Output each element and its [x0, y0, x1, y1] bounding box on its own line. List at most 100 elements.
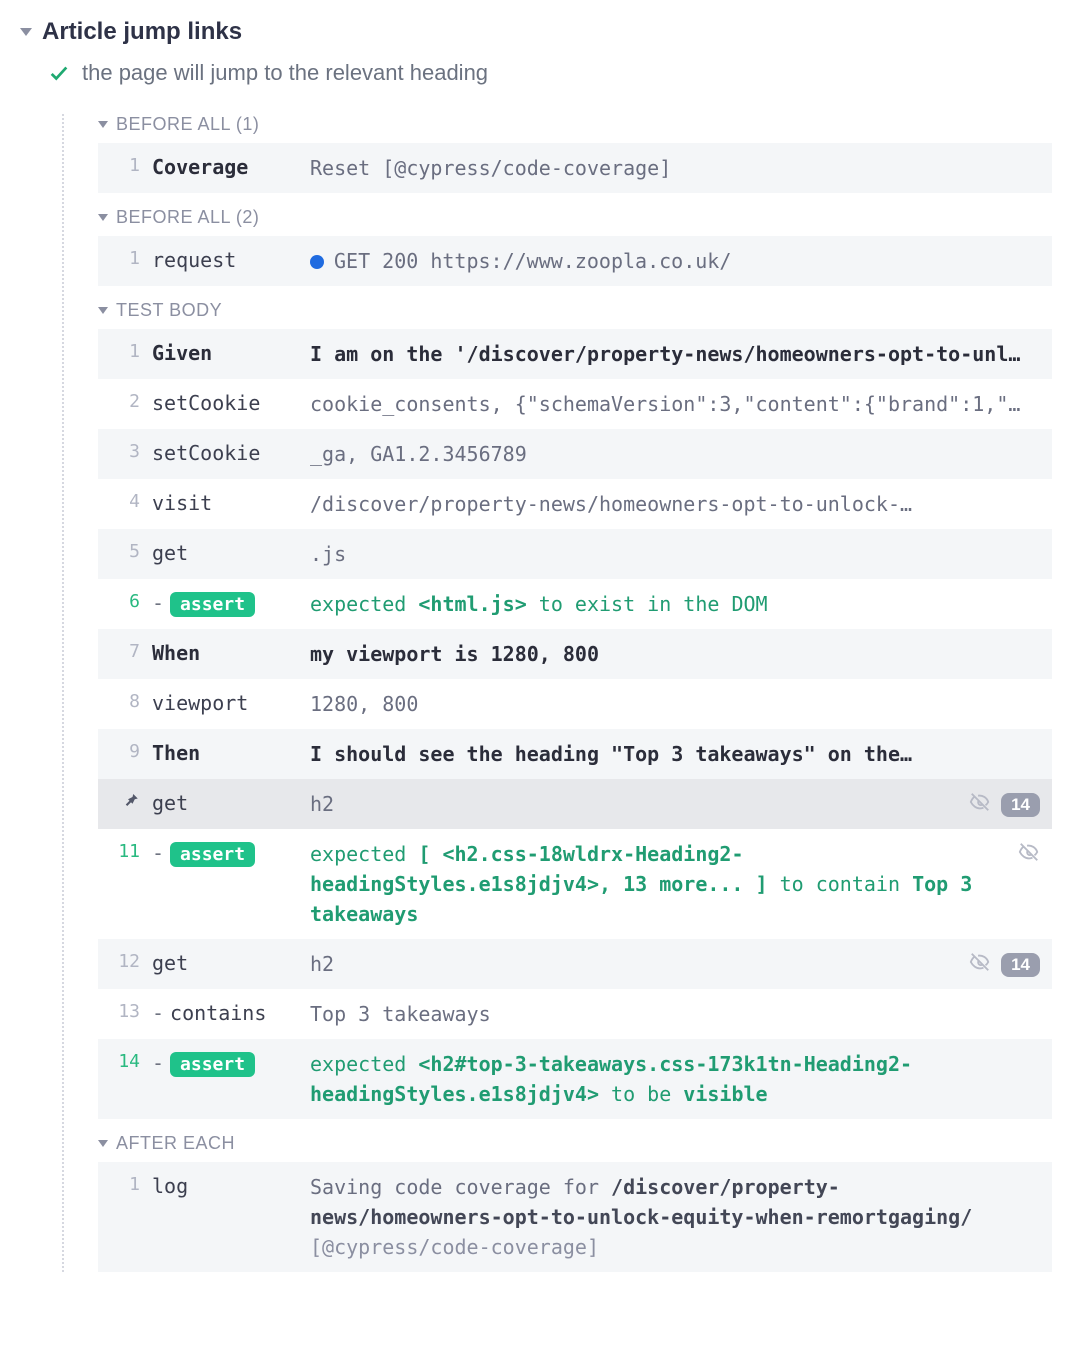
caret-down-icon — [98, 1140, 108, 1147]
command-number: 13 — [104, 999, 140, 1022]
command-number: 1 — [104, 339, 140, 362]
command-message: .js — [310, 539, 1028, 569]
eye-off-icon[interactable] — [1018, 841, 1040, 869]
command-row[interactable]: 1 Given I am on the '/discover/property-… — [98, 329, 1052, 379]
command-name: request — [152, 246, 298, 272]
command-message: GET 200 https://www.zoopla.co.uk/ — [310, 246, 1028, 276]
request-url: https://www.zoopla.co.uk/ — [430, 249, 731, 273]
command-name: -assert — [152, 589, 298, 617]
command-row-pinned[interactable]: get h2 14 — [98, 779, 1052, 829]
command-row[interactable]: 3 setCookie _ga, GA1.2.3456789 — [98, 429, 1052, 479]
suite-title: Article jump links — [42, 18, 242, 46]
command-message: h2 — [310, 949, 957, 979]
command-name: get — [152, 789, 298, 815]
request-prefix: GET 200 — [334, 249, 430, 273]
command-message: Saving code coverage for /discover/prope… — [310, 1172, 1028, 1262]
command-message: Reset [@cypress/code-coverage] — [310, 153, 1028, 183]
command-message: expected <h2#top-3-takeaways.css-173k1tn… — [310, 1049, 1028, 1109]
command-number: 1 — [104, 153, 140, 176]
test-header[interactable]: the page will jump to the relevant headi… — [20, 56, 1052, 100]
command-row[interactable]: 1 log Saving code coverage for /discover… — [98, 1162, 1052, 1272]
command-row[interactable]: 4 visit /discover/property-news/homeowne… — [98, 479, 1052, 529]
command-row[interactable]: 9 Then I should see the heading "Top 3 t… — [98, 729, 1052, 779]
assert-pill: assert — [170, 1052, 255, 1077]
command-row[interactable]: 1 Coverage Reset [@cypress/code-coverage… — [98, 143, 1052, 193]
section-test-body[interactable]: TEST BODY — [98, 300, 1052, 321]
command-message: Top 3 takeaways — [310, 999, 1028, 1029]
command-name: get — [152, 949, 298, 975]
command-row[interactable]: 5 get .js — [98, 529, 1052, 579]
command-number — [104, 789, 140, 814]
command-row[interactable]: 13 -contains Top 3 takeaways — [98, 989, 1052, 1039]
command-message: h2 — [310, 789, 957, 819]
before-all-1-list: 1 Coverage Reset [@cypress/code-coverage… — [98, 143, 1052, 193]
steps-container: BEFORE ALL (1) 1 Coverage Reset [@cypres… — [62, 114, 1052, 1272]
command-row[interactable]: 12 get h2 14 — [98, 939, 1052, 989]
caret-down-icon — [98, 307, 108, 314]
section-label: TEST BODY — [116, 300, 222, 321]
command-number: 9 — [104, 739, 140, 762]
command-number: 1 — [104, 246, 140, 269]
caret-down-icon — [20, 28, 32, 36]
assert-pill: assert — [170, 842, 255, 867]
eye-off-icon[interactable] — [969, 951, 991, 979]
section-after-each[interactable]: AFTER EACH — [98, 1133, 1052, 1154]
command-right — [1018, 839, 1040, 869]
test-title: the page will jump to the relevant headi… — [82, 60, 488, 86]
command-right: 14 — [969, 949, 1040, 979]
caret-down-icon — [98, 121, 108, 128]
command-row[interactable]: 8 viewport 1280, 800 — [98, 679, 1052, 729]
command-message: I am on the '/discover/property-news/hom… — [310, 339, 1028, 369]
suite-header[interactable]: Article jump links — [20, 14, 1052, 56]
caret-down-icon — [98, 214, 108, 221]
before-all-2-list: 1 request GET 200 https://www.zoopla.co.… — [98, 236, 1052, 286]
command-number: 5 — [104, 539, 140, 562]
command-message: I should see the heading "Top 3 takeaway… — [310, 739, 1028, 769]
command-row[interactable]: 7 When my viewport is 1280, 800 — [98, 629, 1052, 679]
after-each-list: 1 log Saving code coverage for /discover… — [98, 1162, 1052, 1272]
command-number: 2 — [104, 389, 140, 412]
command-row[interactable]: 11 -assert expected [ <h2.css-18wldrx-He… — [98, 829, 1052, 939]
status-dot-icon — [310, 255, 324, 269]
command-message: cookie_consents, {"schemaVersion":3,"con… — [310, 389, 1028, 419]
command-message: _ga, GA1.2.3456789 — [310, 439, 1028, 469]
command-name: Then — [152, 739, 298, 765]
command-number: 12 — [104, 949, 140, 972]
command-message: /discover/property-news/homeowners-opt-t… — [310, 489, 1028, 519]
command-name: log — [152, 1172, 298, 1198]
command-name: viewport — [152, 689, 298, 715]
command-name: Coverage — [152, 153, 298, 179]
command-name: -assert — [152, 839, 298, 867]
command-name: setCookie — [152, 389, 298, 415]
element-count-badge: 14 — [1001, 953, 1040, 977]
section-before-all-2[interactable]: BEFORE ALL (2) — [98, 207, 1052, 228]
command-number: 7 — [104, 639, 140, 662]
command-name: When — [152, 639, 298, 665]
section-before-all-1[interactable]: BEFORE ALL (1) — [98, 114, 1052, 135]
test-body-list: 1 Given I am on the '/discover/property-… — [98, 329, 1052, 1119]
eye-off-icon[interactable] — [969, 791, 991, 819]
command-name: get — [152, 539, 298, 565]
assert-pill: assert — [170, 592, 255, 617]
command-number: 11 — [104, 839, 140, 862]
command-name: -assert — [152, 1049, 298, 1077]
command-number: 14 — [104, 1049, 140, 1072]
command-row[interactable]: 14 -assert expected <h2#top-3-takeaways.… — [98, 1039, 1052, 1119]
command-number: 6 — [104, 589, 140, 612]
command-row[interactable]: 6 -assert expected <html.js> to exist in… — [98, 579, 1052, 629]
element-count-badge: 14 — [1001, 793, 1040, 817]
command-name: -contains — [152, 999, 298, 1025]
command-name: setCookie — [152, 439, 298, 465]
command-row[interactable]: 1 request GET 200 https://www.zoopla.co.… — [98, 236, 1052, 286]
section-label: BEFORE ALL (2) — [116, 207, 259, 228]
command-row[interactable]: 2 setCookie cookie_consents, {"schemaVer… — [98, 379, 1052, 429]
command-number: 3 — [104, 439, 140, 462]
check-icon — [48, 62, 70, 84]
command-number: 1 — [104, 1172, 140, 1195]
pin-icon — [122, 791, 140, 814]
section-label: BEFORE ALL (1) — [116, 114, 259, 135]
command-number: 4 — [104, 489, 140, 512]
command-number: 8 — [104, 689, 140, 712]
command-name: Given — [152, 339, 298, 365]
command-message: my viewport is 1280, 800 — [310, 639, 1028, 669]
